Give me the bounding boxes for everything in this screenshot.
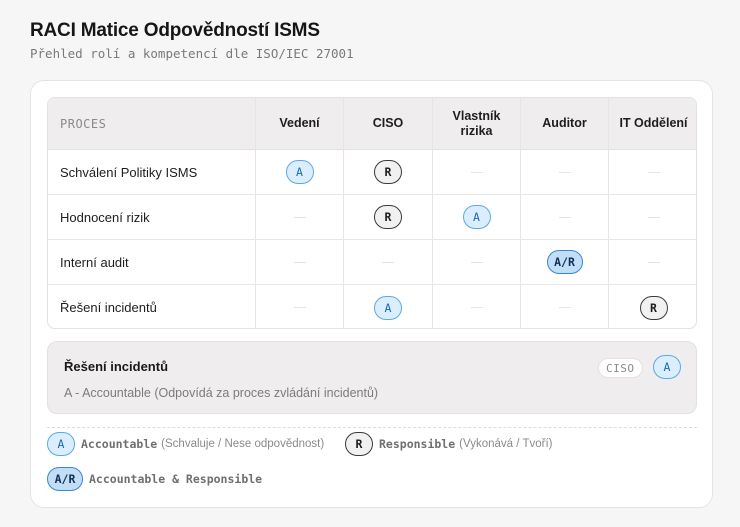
raci-badge[interactable]: R bbox=[374, 205, 402, 229]
process-name: Hodnocení rizik bbox=[60, 209, 150, 225]
raci-cell-it-department bbox=[609, 195, 696, 239]
raci-cell-auditor bbox=[521, 285, 609, 328]
empty-cell-dash bbox=[293, 261, 306, 263]
raci-cell-vedeni bbox=[256, 240, 344, 284]
empty-cell-dash bbox=[470, 171, 483, 173]
raci-cell-it-department: R bbox=[609, 285, 696, 328]
process-name: Schválení Politiky ISMS bbox=[60, 164, 198, 180]
legend-divider bbox=[47, 427, 697, 428]
process-cell: Interní audit bbox=[48, 240, 256, 284]
detail-badge-wrap: A bbox=[653, 355, 681, 379]
table-header-row: PROCES Vedení CISO Vlastník rizika Audit… bbox=[48, 98, 696, 150]
legend-item-accountable-responsible: A/R Accountable & Responsible bbox=[47, 467, 262, 491]
process-cell: Schválení Politiky ISMS bbox=[48, 150, 256, 194]
raci-cell-it-department bbox=[609, 150, 696, 194]
table-row: Řešení incidentů A R bbox=[48, 285, 696, 328]
empty-cell-dash bbox=[293, 216, 306, 218]
process-cell: Řešení incidentů bbox=[48, 285, 256, 328]
column-header-vedeni: Vedení bbox=[256, 98, 344, 149]
raci-table: PROCES Vedení CISO Vlastník rizika Audit… bbox=[47, 97, 697, 329]
detail-description: A - Accountable (Odpovídá za proces zvlá… bbox=[64, 386, 379, 400]
raci-cell-auditor bbox=[521, 150, 609, 194]
legend-badge-accountable-responsible: A/R bbox=[47, 467, 83, 491]
legend-item-responsible: R Responsible (Vykonává / Tvoří) bbox=[345, 432, 552, 456]
process-cell: Hodnocení rizik bbox=[48, 195, 256, 239]
raci-cell-ciso bbox=[344, 240, 433, 284]
raci-cell-auditor bbox=[521, 195, 609, 239]
raci-card: PROCES Vedení CISO Vlastník rizika Audit… bbox=[30, 80, 713, 508]
detail-raci-badge: A bbox=[653, 355, 681, 379]
empty-cell-dash bbox=[470, 307, 483, 308]
column-header-risk-owner: Vlastník rizika bbox=[433, 98, 521, 149]
legend-name-accountable-responsible: Accountable & Responsible bbox=[89, 472, 263, 486]
table-row: Interní audit A/R bbox=[48, 240, 696, 285]
raci-cell-ciso: R bbox=[344, 195, 433, 239]
raci-cell-vedeni: A bbox=[256, 150, 344, 194]
empty-cell-dash bbox=[558, 171, 571, 173]
raci-cell-vedeni bbox=[256, 285, 344, 328]
detail-role-tag: CISO bbox=[598, 358, 643, 378]
legend-desc-accountable: (Schvaluje / Nese odpovědnost) bbox=[161, 438, 325, 450]
empty-cell-dash bbox=[558, 307, 571, 308]
raci-badge[interactable]: R bbox=[374, 160, 402, 184]
legend-badge-responsible: R bbox=[345, 432, 373, 456]
column-header-auditor: Auditor bbox=[521, 98, 609, 149]
legend-name-accountable: Accountable bbox=[81, 437, 158, 451]
column-header-ciso: CISO bbox=[344, 98, 433, 149]
raci-cell-ciso: A bbox=[344, 285, 433, 328]
detail-panel: Řešení incidentů CISO A A - Accountable … bbox=[47, 341, 697, 414]
empty-cell-dash bbox=[647, 171, 660, 173]
raci-cell-risk-owner: A bbox=[433, 195, 521, 239]
table-row: Hodnocení rizik R A bbox=[48, 195, 696, 240]
raci-badge[interactable]: R bbox=[639, 295, 668, 320]
empty-cell-dash bbox=[558, 216, 571, 218]
legend-desc-responsible: (Vykonává / Tvoří) bbox=[459, 438, 553, 450]
raci-cell-auditor: A/R bbox=[521, 240, 609, 284]
raci-cell-risk-owner bbox=[433, 240, 521, 284]
detail-title: Řešení incidentů bbox=[64, 359, 169, 374]
empty-cell-dash bbox=[382, 261, 394, 263]
raci-cell-it-department bbox=[609, 240, 696, 284]
raci-badge[interactable]: A bbox=[374, 295, 402, 320]
raci-cell-risk-owner bbox=[433, 150, 521, 194]
process-name: Řešení incidentů bbox=[60, 300, 157, 315]
table-row: Schválení Politiky ISMS A R bbox=[48, 150, 696, 195]
raci-cell-risk-owner bbox=[433, 285, 521, 328]
raci-badge[interactable]: A bbox=[462, 205, 491, 229]
empty-cell-dash bbox=[470, 261, 483, 263]
empty-cell-dash bbox=[647, 216, 660, 218]
raci-cell-ciso: R bbox=[344, 150, 433, 194]
legend-badge-accountable: A bbox=[47, 432, 75, 456]
empty-cell-dash bbox=[293, 307, 306, 308]
legend-name-responsible: Responsible bbox=[379, 437, 456, 451]
empty-cell-dash bbox=[647, 261, 660, 263]
process-name: Interní audit bbox=[60, 254, 129, 270]
column-header-it-department: IT Oddělení bbox=[619, 116, 688, 130]
raci-cell-vedeni bbox=[256, 195, 344, 239]
page-title: RACI Matice Odpovědností ISMS bbox=[30, 20, 320, 41]
raci-badge[interactable]: A/R bbox=[546, 250, 583, 274]
column-header-process: PROCES bbox=[48, 98, 256, 149]
page-subtitle: Přehled rolí a kompetencí dle ISO/IEC 27… bbox=[30, 46, 354, 61]
raci-badge[interactable]: A bbox=[285, 160, 314, 184]
legend-item-accountable: A Accountable (Schvaluje / Nese odpovědn… bbox=[47, 432, 324, 456]
